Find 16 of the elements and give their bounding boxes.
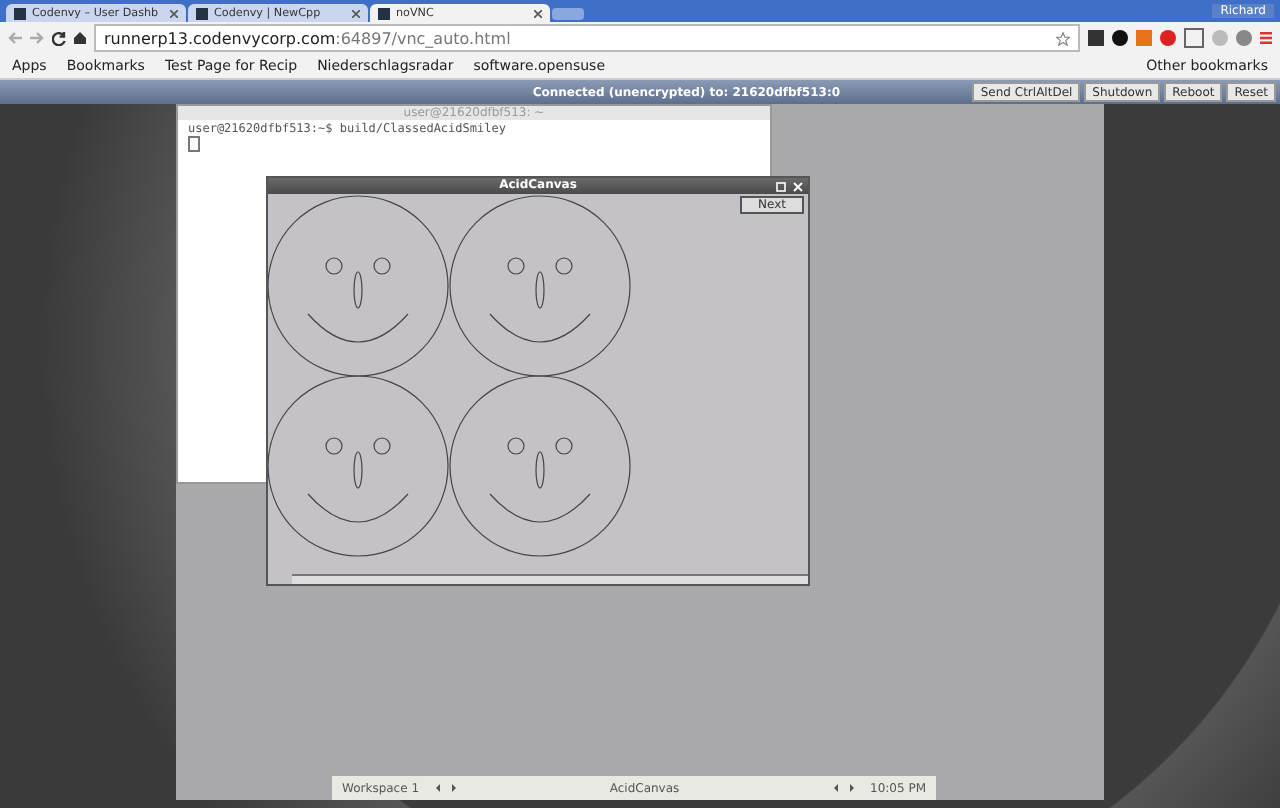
tab-favicon-icon <box>378 7 390 19</box>
close-icon[interactable] <box>534 9 542 17</box>
menu-icon[interactable] <box>1260 32 1272 44</box>
star-icon[interactable] <box>1056 31 1070 45</box>
close-icon[interactable] <box>352 9 360 17</box>
address-field[interactable]: runnerp13.codenvycorp.com:64897/vnc_auto.html <box>94 24 1080 52</box>
home-icon[interactable] <box>74 32 86 44</box>
reload-icon[interactable] <box>52 31 66 45</box>
tab-favicon-icon <box>196 7 208 19</box>
window-buttons-icon[interactable] <box>776 181 804 191</box>
text-cursor <box>188 136 200 152</box>
arrows-icon[interactable] <box>435 784 456 792</box>
close-icon[interactable] <box>170 9 178 17</box>
tab-favicon-icon <box>14 7 26 19</box>
arrows-icon[interactable] <box>834 784 854 792</box>
scrollbar[interactable] <box>292 574 808 584</box>
